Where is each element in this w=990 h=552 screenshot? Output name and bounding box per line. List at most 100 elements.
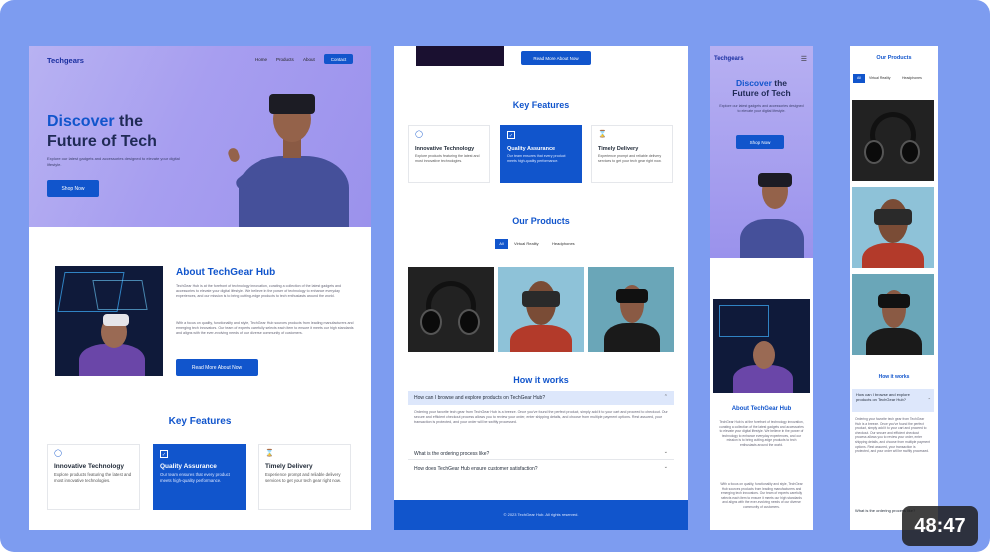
hero-section: Techgears Home Products About Contact Di…	[29, 46, 371, 227]
product-vr-man-image[interactable]	[498, 267, 584, 352]
feature-desc: Explore products featuring the latest an…	[54, 472, 132, 483]
nav-about[interactable]: About	[303, 57, 315, 62]
footer: © 2023 TechGear Hub. All rights reserved…	[394, 500, 688, 530]
headphones-left-cup	[420, 309, 442, 335]
product-headphones-image[interactable]	[408, 267, 494, 352]
lightbulb-icon: ◯	[415, 131, 423, 138]
hologram-grid-2	[92, 280, 148, 310]
feature-desc: Our team ensures that every product meet…	[507, 154, 566, 163]
tab-headphones[interactable]: Headphones	[552, 239, 575, 249]
vr-woman-headset	[616, 289, 648, 303]
mobile-page-1: Techgears ☰ Discover the Future of Tech …	[710, 46, 813, 530]
read-more-button[interactable]: Read More About Now	[521, 51, 591, 65]
feature-title: Timely Delivery	[598, 146, 639, 152]
vr-woman-torso	[604, 323, 660, 352]
brand-logo[interactable]: Techgears	[714, 56, 744, 62]
nav-products[interactable]: Products	[276, 57, 294, 62]
about-read-more-button[interactable]: Read More About Now	[176, 359, 258, 376]
mobile-hero: Techgears ☰ Discover the Future of Tech …	[710, 46, 813, 258]
video-duration: 48:47	[914, 514, 966, 537]
tab-virtual-reality[interactable]: Virtual Reality	[869, 74, 891, 83]
mobile-products-title: Our Products	[876, 55, 912, 61]
feature-title: Timely Delivery	[265, 463, 313, 470]
feature-card-delivery[interactable]: ⌛ Timely Delivery Experience prompt and …	[591, 125, 673, 183]
vr-woman-headset	[878, 294, 910, 308]
faq-item-2[interactable]: What is the ordering process like? ⌄	[408, 448, 674, 460]
tab-headphones[interactable]: Headphones	[902, 74, 922, 83]
faq-item-3[interactable]: How does TechGear Hub ensure customer sa…	[408, 463, 674, 475]
nav-contact-button[interactable]: Contact	[324, 54, 353, 64]
feature-card-innovative[interactable]: ◯ Innovative Technology Explore products…	[47, 444, 140, 510]
hero-title-rest: the	[114, 113, 144, 130]
mobile-about-paragraph-1: TechGear Hub is at the forefront of tech…	[719, 420, 804, 447]
tab-virtual-reality[interactable]: Virtual Reality	[514, 239, 539, 249]
vr-man-headset	[522, 291, 560, 307]
mobile-hero-title-rest: the	[771, 78, 788, 88]
desktop-page-bottom: Read More About Now Key Features ◯ Innov…	[394, 46, 688, 530]
faq-item-open[interactable]: How can I browse and explore products on…	[408, 391, 674, 405]
feature-desc: Experience prompt and reliable delivery …	[265, 472, 341, 483]
vr-woman-torso	[866, 328, 922, 355]
vr-man-torso	[862, 243, 924, 268]
about-person-torso	[79, 344, 145, 376]
mobile-hero-title-line2: Future of Tech	[732, 88, 791, 98]
mobile-faq-question-1: How can I browse and explore products on…	[856, 392, 910, 402]
mobile-faq-answer-1: Ordering your favorite tech gear from Te…	[855, 417, 930, 454]
chevron-down-icon: ⌄	[663, 464, 668, 470]
tab-all[interactable]: All	[495, 239, 508, 249]
mobile-product-vr-woman[interactable]	[852, 274, 934, 355]
feature-title: Innovative Technology	[415, 146, 475, 152]
faq-question-3: How does TechGear Hub ensure customer sa…	[414, 466, 538, 472]
shield-icon: ✓	[507, 131, 515, 139]
hologram-grid	[719, 305, 769, 337]
vr-headset	[269, 94, 315, 114]
mobile-shop-button[interactable]: Shop Now	[736, 135, 784, 149]
menu-icon[interactable]: ☰	[801, 55, 807, 63]
hero-title: Discover the Future of Tech	[47, 112, 227, 152]
hero-title-accent: Discover	[47, 113, 115, 130]
person-hand	[226, 146, 242, 164]
hero-shop-button[interactable]: Shop Now	[47, 180, 99, 197]
faq-question-1: How can I browse and explore products on…	[414, 395, 546, 401]
hourglass-icon: ⌛	[598, 131, 607, 138]
tab-all[interactable]: All	[853, 74, 865, 83]
lightbulb-icon: ◯	[54, 450, 62, 457]
chevron-down-icon: ⌄	[663, 449, 668, 455]
mobile-product-headphones[interactable]	[852, 100, 934, 181]
hero-title-line2: Future of Tech	[47, 133, 157, 150]
shield-icon: ✓	[160, 450, 168, 458]
about-image	[55, 266, 163, 376]
nav-home[interactable]: Home	[255, 57, 267, 62]
feature-card-quality[interactable]: ✓ Quality Assurance Our team ensures tha…	[500, 125, 582, 183]
chevron-up-icon: ⌃	[927, 397, 931, 402]
faq-question-2: What is the ordering process like?	[414, 451, 490, 457]
product-vr-woman-image[interactable]	[588, 267, 674, 352]
brand-logo[interactable]: Techgears	[47, 56, 84, 65]
mobile-about-image	[713, 299, 810, 393]
mobile-hero-image	[720, 161, 810, 258]
feature-desc: Experience prompt and reliable delivery …	[598, 154, 662, 163]
hourglass-icon: ⌛	[265, 450, 274, 457]
feature-title: Quality Assurance	[160, 463, 217, 470]
vr-headset	[758, 173, 792, 187]
faq-title: How it works	[513, 375, 569, 385]
feature-desc: Our team ensures that every product meet…	[160, 472, 230, 483]
feature-card-quality[interactable]: ✓ Quality Assurance Our team ensures tha…	[153, 444, 246, 510]
feature-title: Innovative Technology	[54, 463, 124, 470]
mobile-hero-title: Discover the Future of Tech	[714, 78, 809, 98]
about-person-head	[753, 341, 775, 369]
features-title: Key Features	[512, 100, 570, 110]
feature-card-delivery[interactable]: ⌛ Timely Delivery Experience prompt and …	[258, 444, 351, 510]
feature-desc: Explore products featuring the latest an…	[415, 154, 480, 163]
hero-vr-image	[209, 76, 369, 227]
mobile-faq-title: How it works	[878, 374, 910, 380]
thumbnail-canvas: Techgears Home Products About Contact Di…	[0, 0, 990, 552]
hero-subtitle: Explore our latest gadgets and accessori…	[47, 156, 180, 167]
faq-answer-1: Ordering your favorite tech gear from Te…	[414, 410, 668, 424]
mobile-faq-item-open[interactable]: How can I browse and explore products on…	[852, 389, 934, 412]
features-title: Key Features	[168, 416, 232, 427]
feature-card-innovative[interactable]: ◯ Innovative Technology Explore products…	[408, 125, 490, 183]
mobile-product-vr-man[interactable]	[852, 187, 934, 268]
headphones-left-cup	[864, 140, 884, 164]
vr-man-torso	[510, 325, 572, 352]
